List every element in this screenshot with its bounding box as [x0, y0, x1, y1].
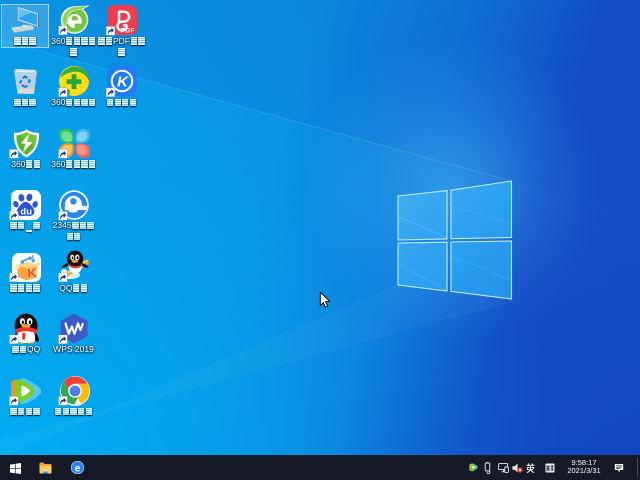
svg-text:e: e: [75, 463, 81, 475]
